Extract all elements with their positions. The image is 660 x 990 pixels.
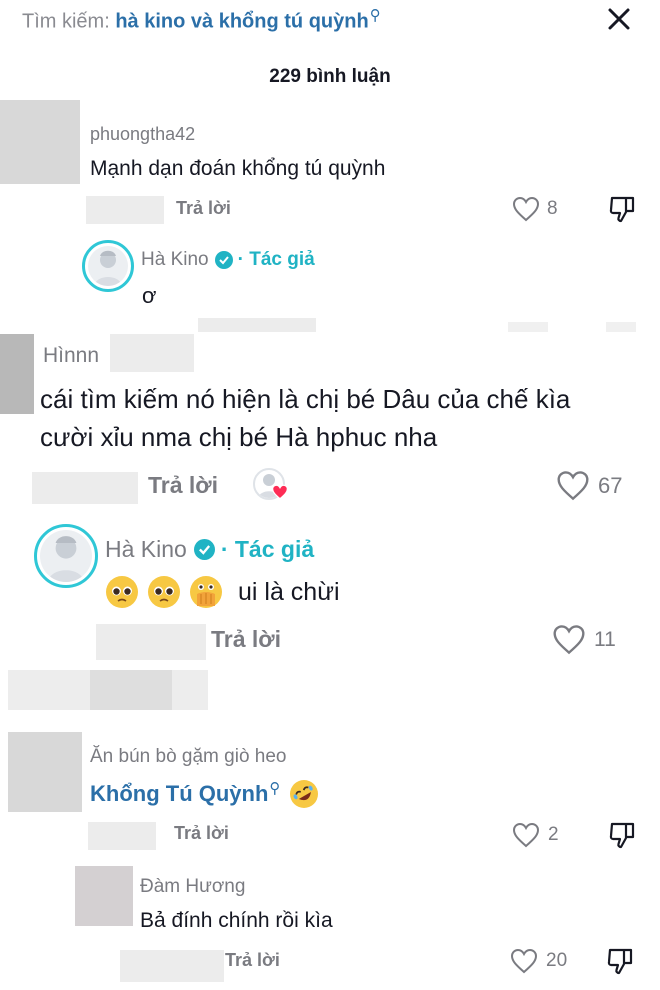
heart-icon: [510, 948, 538, 974]
search-query-text[interactable]: hà kino và khổng tú quỳnh: [115, 11, 368, 33]
reply-text: ơ: [142, 283, 157, 308]
red-heart-icon: [271, 484, 289, 500]
comment-text-line-1: cái tìm kiếm nó hiện là chị bé Dâu của c…: [40, 384, 571, 414]
reply-avatar[interactable]: [75, 866, 133, 926]
reply-username[interactable]: Hà Kino: [141, 249, 209, 271]
clipped-dislike-button: [606, 322, 636, 332]
author-badge: · Tác giả: [220, 536, 315, 562]
redacted-timestamp: [88, 822, 156, 850]
comment-username[interactable]: phuongtha42: [90, 124, 195, 145]
reply-button[interactable]: Trả lời: [148, 472, 218, 499]
thumbs-down-icon: [609, 822, 635, 849]
reply-button[interactable]: Trả lời: [174, 823, 229, 844]
thumbs-down-icon: [609, 196, 635, 223]
search-prefix: Tìm kiếm:: [22, 10, 110, 33]
heart-icon: [553, 625, 585, 655]
search-icon: ⚲: [269, 780, 281, 797]
pleading-face-icon: [148, 576, 180, 608]
reply-username[interactable]: Hà Kino: [105, 536, 187, 563]
face-with-open-eyes-and-hand-over-mouth-icon: [190, 576, 222, 608]
redacted-content: [90, 670, 172, 710]
verified-badge-icon: [193, 539, 215, 560]
search-icon: ⚲: [369, 7, 381, 24]
close-icon[interactable]: [604, 4, 634, 34]
reply-text: ui là chừi: [238, 577, 340, 606]
author-avatar[interactable]: [34, 524, 98, 588]
reply-content: ui là chừi: [106, 576, 340, 608]
like-count: 8: [547, 198, 558, 219]
dislike-button[interactable]: [608, 820, 636, 855]
comment-username[interactable]: Ăn bún bò gặm giò heo: [90, 746, 287, 768]
heart-icon: [512, 822, 540, 848]
author-liked-indicator: [253, 468, 291, 504]
author-badge: · Tác giả: [237, 249, 315, 270]
reply-button[interactable]: Trả lời: [225, 950, 280, 971]
like-button[interactable]: 11: [552, 624, 616, 655]
reply-text: Bả đính chính rồi kìa: [140, 909, 333, 932]
comment-count: 229 bình luận: [269, 66, 391, 87]
like-count: 2: [548, 824, 559, 845]
like-button[interactable]: 67: [556, 470, 622, 501]
reply-button[interactable]: Trả lời: [211, 626, 281, 653]
avatar[interactable]: [0, 334, 34, 414]
comment-text: Mạnh dạn đoán khổng tú quỳnh: [90, 157, 386, 180]
comment-username[interactable]: Hìnnn: [43, 344, 99, 368]
redacted-timestamp: [32, 472, 138, 504]
comment-text-line-2: cười xỉu nma chị bé Hà hphuc nha: [40, 422, 438, 452]
redacted-timestamp: [96, 624, 206, 660]
clipped-like-button: [508, 322, 548, 332]
verified-badge-icon: [214, 251, 233, 269]
thumbs-down-icon: [607, 948, 633, 975]
avatar[interactable]: [8, 732, 82, 812]
pleading-face-icon: [106, 576, 138, 608]
like-count: 11: [594, 627, 616, 651]
like-button[interactable]: 8: [512, 196, 558, 222]
comment-content: Khổng Tú Quỳnh ⚲: [90, 780, 319, 808]
search-link[interactable]: Khổng Tú Quỳnh: [90, 781, 268, 807]
dislike-button[interactable]: [608, 194, 636, 229]
reply-author-row: Hà Kino · Tác giả: [141, 249, 315, 271]
rolling-on-floor-laughing-icon: [290, 780, 319, 808]
author-avatar[interactable]: [82, 240, 134, 292]
dislike-button[interactable]: [606, 946, 634, 981]
like-count: 20: [546, 950, 568, 971]
redacted-timestamp: [120, 950, 224, 982]
avatar[interactable]: [0, 100, 80, 184]
redacted-timestamp: [198, 318, 316, 332]
reply-username[interactable]: Đàm Hương: [140, 876, 245, 898]
heart-icon: [512, 196, 540, 222]
redacted-username-part: [110, 334, 194, 372]
like-button[interactable]: 2: [512, 822, 559, 848]
redacted-timestamp: [86, 196, 164, 224]
like-count: 67: [598, 472, 623, 498]
reply-button[interactable]: Trả lời: [176, 198, 231, 219]
search-query-bar[interactable]: Tìm kiếm: hà kino và khổng tú quỳnh⚲: [22, 6, 381, 34]
heart-icon: [557, 471, 589, 501]
like-button[interactable]: 20: [510, 948, 567, 974]
reply-author-row: Hà Kino · Tác giả: [105, 536, 314, 563]
